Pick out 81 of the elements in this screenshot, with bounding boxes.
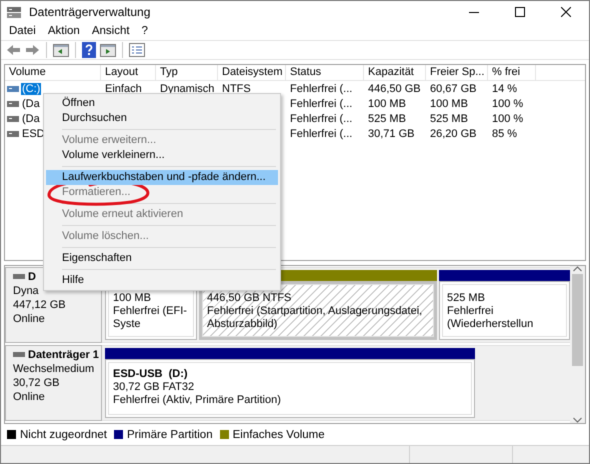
table-cell: 100 %	[492, 98, 524, 110]
partition-status: Fehlerfrei (Wiederherstellun	[447, 304, 534, 331]
table-cell: 100 MB	[368, 98, 406, 110]
drive-icon	[7, 84, 19, 93]
legend-label: Einfaches Volume	[232, 428, 325, 441]
menu-item[interactable]: Eigenschaften	[46, 251, 278, 266]
column-header[interactable]: Kapazität	[364, 65, 426, 80]
partition-size: 100 MB	[113, 292, 152, 305]
table-cell: 446,50 GB	[368, 82, 421, 95]
partition-box[interactable]: 525 MB Fehlerfrei (Wiederherstellun	[439, 280, 570, 340]
partition-status: Fehlerfrei (Startpartition, Auslagerungsdatei, Absturzabbild)	[207, 304, 424, 331]
window-title: Datenträgerverwaltung	[29, 4, 152, 18]
disk-management-icon	[6, 4, 22, 18]
disk-label-panel[interactable]: Datenträger 1 Wechselmedium 30,72 GB Online	[5, 344, 102, 421]
table-cell[interactable]: (Da	[21, 98, 41, 110]
column-header[interactable]: Volume	[5, 65, 101, 80]
console-tree-icon[interactable]	[53, 43, 69, 58]
close-icon	[561, 6, 571, 16]
forward-arrow-icon[interactable]	[25, 44, 40, 56]
column-header[interactable]: Dateisystem	[218, 65, 286, 80]
maximize-icon	[515, 6, 525, 16]
column-header[interactable]: Status	[286, 65, 364, 80]
menu-item[interactable]: ?	[136, 24, 154, 37]
scrollbar[interactable]	[570, 266, 585, 424]
partition-size: 525 MB	[447, 292, 486, 305]
table-cell: Fehlerfrei (...	[290, 112, 352, 125]
scroll-up-icon[interactable]	[573, 266, 582, 272]
column-header[interactable]: Typ	[156, 65, 218, 80]
disk-type: Wechselmedium	[13, 362, 96, 376]
table-cell: Fehlerfrei (...	[290, 82, 352, 95]
column-header[interactable]: Layout	[101, 65, 156, 80]
scroll-down-icon[interactable]	[573, 417, 582, 424]
table-cell: Dynamisch	[160, 82, 214, 95]
disk-size: 30,72 GB	[13, 376, 60, 390]
table-cell: 100 MB	[430, 98, 468, 110]
partition-status: Fehlerfrei (EFI-Syste	[113, 304, 188, 331]
menu-item[interactable]: Ansicht	[86, 24, 136, 37]
table-cell: 525 MB	[368, 112, 406, 125]
table-cell: 30,71 GB	[368, 128, 414, 140]
action-pane-icon[interactable]	[100, 43, 116, 58]
menu-item[interactable]: Öffnen	[46, 96, 278, 111]
disk-name: D	[28, 270, 36, 284]
disk-status: Online	[13, 312, 46, 326]
table-cell: Fehlerfrei (...	[290, 98, 352, 110]
table-cell: 14 %	[492, 82, 518, 95]
menu-item[interactable]: Laufwerkbuchstaben und -pfade ändern...	[46, 170, 278, 185]
partition-box[interactable]: ESD-USB (D:) 30,72 GB FAT32 Fehlerfrei (Aktiv, Primäre Partition)	[105, 358, 475, 418]
disk-name: Datenträger 1	[28, 348, 99, 362]
menu-item[interactable]: Volume verkleinern...	[46, 148, 278, 163]
disk-type: Dyna	[13, 284, 40, 298]
table-cell[interactable]: (Da	[21, 112, 41, 125]
partition-size: 446,50 GB NTFS	[207, 292, 292, 305]
legend-label: Primäre Partition	[126, 428, 213, 441]
back-arrow-icon[interactable]	[6, 44, 21, 56]
partition-size: 30,72 GB FAT32	[113, 380, 196, 394]
partition-status: Fehlerfrei (Aktiv, Primäre Partition)	[113, 394, 282, 407]
partition-name: ESD-USB (D:)	[113, 368, 189, 381]
partition-box[interactable]: 446,50 GB NTFS Fehlerfrei (Startpartition, Auslagerungsdatei, Absturzabbild)	[199, 280, 437, 340]
menu-item[interactable]: Durchsuchen	[46, 111, 278, 126]
menu-item[interactable]: Aktion	[42, 24, 86, 37]
drive-icon	[7, 100, 19, 108]
scrollbar-thumb[interactable]	[572, 274, 583, 366]
column-header[interactable]: % frei	[488, 65, 536, 80]
help-icon[interactable]	[82, 42, 96, 58]
table-cell: NTFS	[222, 82, 251, 95]
disk-size: 447,12 GB	[13, 298, 67, 312]
menu-item[interactable]: Datei	[3, 24, 42, 37]
properties-list-icon[interactable]	[129, 43, 145, 58]
table-cell: 525 MB	[430, 112, 468, 125]
table-cell: 26,20 GB	[430, 128, 476, 140]
drive-icon	[7, 130, 19, 138]
drive-icon	[7, 114, 19, 123]
table-cell: Fehlerfrei (...	[290, 128, 352, 140]
table-cell: Einfach	[105, 82, 142, 95]
column-header[interactable]: Freier Sp...	[426, 65, 488, 80]
disk-status: Online	[13, 390, 46, 404]
legend-label: Nicht zugeordnet	[20, 428, 107, 441]
table-cell: 60,67 GB	[430, 82, 476, 95]
table-cell: 100 %	[492, 112, 524, 125]
table-cell: 85 %	[492, 128, 518, 140]
table-cell[interactable]: (C:)	[21, 82, 42, 95]
